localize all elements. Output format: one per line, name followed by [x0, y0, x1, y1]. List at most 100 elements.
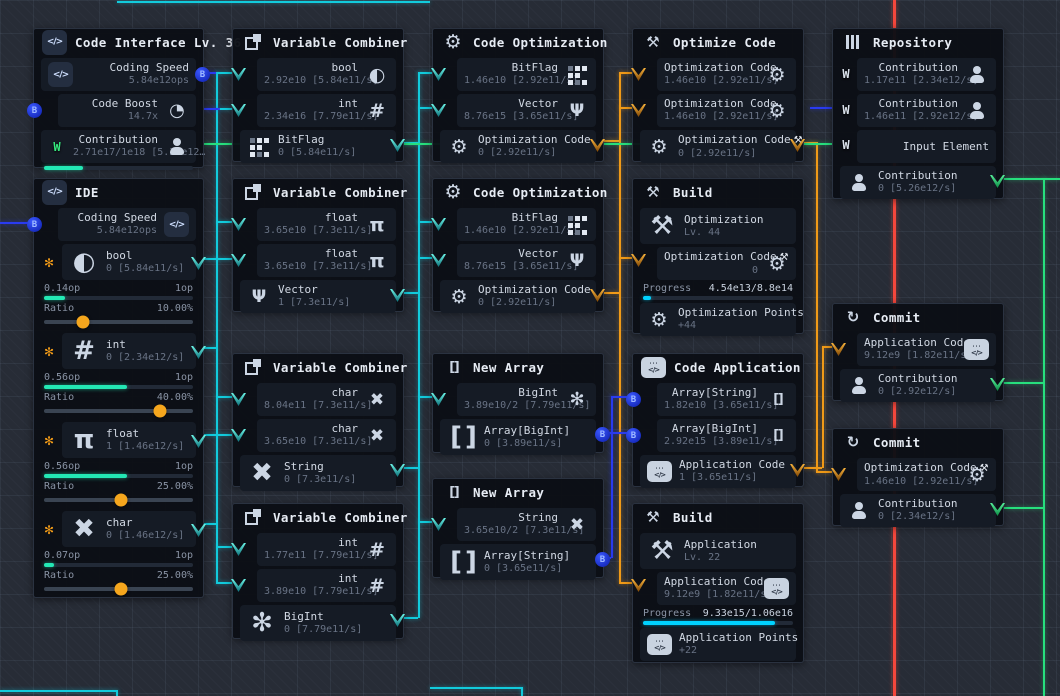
- node-variable-combiner-3[interactable]: Variable Combiner char 8.04e11 [7.3e11/s…: [232, 353, 404, 487]
- row-label: Optimization Code: [678, 133, 791, 146]
- node-build-optimization[interactable]: Build Optimization Lv. 44 Optimization C…: [632, 178, 804, 334]
- row-label: float: [264, 211, 358, 225]
- slider-knob[interactable]: [115, 494, 128, 507]
- node-code-interface[interactable]: Code Interface Lv. 36 Coding Speed 5.84e…: [33, 28, 204, 168]
- input-row: Contribution 1.17e11 [2.34e12/s]: [857, 58, 996, 91]
- node-variable-combiner-1[interactable]: Variable Combiner bool 2.92e10 [5.84e11/…: [232, 28, 404, 162]
- input-port-w[interactable]: [837, 137, 855, 153]
- row-value: 9.12e9 [1.82e11/s]: [864, 350, 957, 363]
- input-port[interactable]: [831, 343, 846, 356]
- node-new-array-1[interactable]: New Array BigInt 3.89e10/2 [7.79e11/s] A…: [432, 353, 604, 453]
- ratio-slider[interactable]: [44, 587, 193, 591]
- input-port[interactable]: [231, 393, 246, 406]
- input-port[interactable]: [631, 104, 646, 117]
- wire: [1004, 178, 1060, 180]
- node-commit-2[interactable]: Commit Optimization Code 1.46e10 [2.92e1…: [832, 428, 1004, 526]
- input-port[interactable]: [631, 68, 646, 81]
- input-port-b[interactable]: [626, 392, 641, 407]
- config-port[interactable]: [42, 434, 56, 448]
- stat-label: int: [106, 338, 189, 352]
- input-row: char 3.65e10 [7.3e11/s]: [257, 419, 396, 452]
- row-label: Application Code: [864, 336, 957, 350]
- row-value: 2.34e16 [7.79e11/s]: [264, 111, 358, 124]
- output-row: Optimization Code 0 [2.92e11/s]: [440, 130, 596, 163]
- ratio-slider[interactable]: [44, 409, 193, 413]
- node-code-optimization-1[interactable]: Code Optimization BitFlag 1.46e10 [2.92e…: [432, 28, 604, 162]
- panel-title: New Array: [473, 360, 544, 375]
- input-port[interactable]: [231, 68, 246, 81]
- panel-title: Optimize Code: [673, 35, 776, 50]
- input-port[interactable]: [231, 218, 246, 231]
- input-port[interactable]: [231, 429, 246, 442]
- node-new-array-2[interactable]: New Array String 3.65e10/2 [7.3e11/s] Ar…: [432, 478, 604, 578]
- node-build-application[interactable]: Build Application Lv. 22 Application Cod…: [632, 503, 804, 663]
- input-port[interactable]: [231, 579, 246, 592]
- node-code-optimization-2[interactable]: Code Optimization BitFlag 1.46e10 [2.92e…: [432, 178, 604, 312]
- output-row: BitFlag 0 [5.84e11/s]: [240, 130, 396, 163]
- input-port-w[interactable]: [837, 102, 855, 118]
- node-repository[interactable]: Repository Contribution 1.17e11 [2.34e12…: [832, 28, 1004, 199]
- input-port[interactable]: [431, 68, 446, 81]
- wire: [810, 107, 832, 109]
- input-port[interactable]: [431, 393, 446, 406]
- row-label: Array[BigInt]: [484, 424, 589, 438]
- ratio-slider[interactable]: [44, 320, 193, 324]
- input-port[interactable]: [231, 104, 246, 117]
- points-row: Application Points +22: [640, 628, 796, 661]
- input-port[interactable]: [631, 579, 646, 592]
- config-port[interactable]: [42, 523, 56, 537]
- slider-knob[interactable]: [154, 405, 167, 418]
- row-label: Optimization Code: [664, 97, 758, 111]
- row-label: int: [264, 97, 358, 111]
- node-ide[interactable]: IDE Coding Speed 5.84e12ops bool 0 [5.84…: [33, 178, 204, 598]
- row-label: Optimization Code: [478, 133, 589, 147]
- ratio-slider[interactable]: [44, 498, 193, 502]
- input-port[interactable]: [831, 468, 846, 481]
- output-row: Contribution 0 [2.34e12/s]: [840, 494, 996, 527]
- wrench-icon: [641, 30, 665, 54]
- input-port-w[interactable]: [837, 66, 855, 82]
- wire: [619, 582, 632, 584]
- contribution-icon: [847, 374, 871, 398]
- op-fill: [44, 296, 65, 300]
- input-port-b[interactable]: [27, 103, 42, 118]
- input-port[interactable]: [431, 218, 446, 231]
- input-port[interactable]: [431, 254, 446, 267]
- progress-label: Progress: [643, 608, 691, 619]
- node-variable-combiner-4[interactable]: Variable Combiner int 1.77e11 [7.79e11/s…: [232, 503, 404, 639]
- output-port-b[interactable]: [595, 552, 610, 567]
- output-port-b[interactable]: [595, 427, 610, 442]
- stat-label: float: [106, 427, 189, 441]
- config-port[interactable]: [42, 345, 56, 359]
- node-variable-combiner-2[interactable]: Variable Combiner float 3.65e10 [7.3e11/…: [232, 178, 404, 312]
- row-label: Vector: [278, 283, 389, 297]
- output-port-b[interactable]: [195, 67, 210, 82]
- input-port-b[interactable]: [27, 217, 42, 232]
- config-port[interactable]: [42, 256, 56, 270]
- bool-icon: [69, 247, 99, 277]
- output-row: Array[String] 0 [3.65e11/s]: [440, 544, 596, 580]
- input-port[interactable]: [431, 518, 446, 531]
- row-value: 2.92e15 [3.89e11/s]: [664, 436, 758, 449]
- node-graph-canvas[interactable]: Code Interface Lv. 36 Coding Speed 5.84e…: [0, 0, 1060, 696]
- slider-knob[interactable]: [76, 316, 89, 329]
- row-label: Array[String]: [484, 549, 589, 563]
- row-label: Input Element: [864, 140, 989, 154]
- node-optimize-code[interactable]: Optimize Code Optimization Code 1.46e10 …: [632, 28, 804, 162]
- row-value: 0 [3.65e11/s]: [484, 563, 589, 576]
- input-row: Optimization Code 0: [657, 247, 796, 280]
- row-value: 8.76e15 [3.65e11/s]: [464, 261, 558, 274]
- wire: [430, 687, 523, 689]
- node-commit-1[interactable]: Commit Application Code 9.12e9 [1.82e11/…: [832, 303, 1004, 401]
- input-port[interactable]: [431, 104, 446, 117]
- input-row: Contribution 1.46e11 [2.92e12/s]: [857, 94, 996, 127]
- panel-title: Code Interface Lv. 36: [75, 35, 241, 50]
- input-port[interactable]: [231, 543, 246, 556]
- op-fill: [44, 474, 127, 478]
- input-port[interactable]: [231, 254, 246, 267]
- input-port[interactable]: [631, 254, 646, 267]
- wire: [204, 108, 220, 110]
- input-port-b[interactable]: [626, 428, 641, 443]
- slider-knob[interactable]: [115, 583, 128, 596]
- node-code-application[interactable]: Code Application Array[String] 1.82e10 […: [632, 353, 804, 487]
